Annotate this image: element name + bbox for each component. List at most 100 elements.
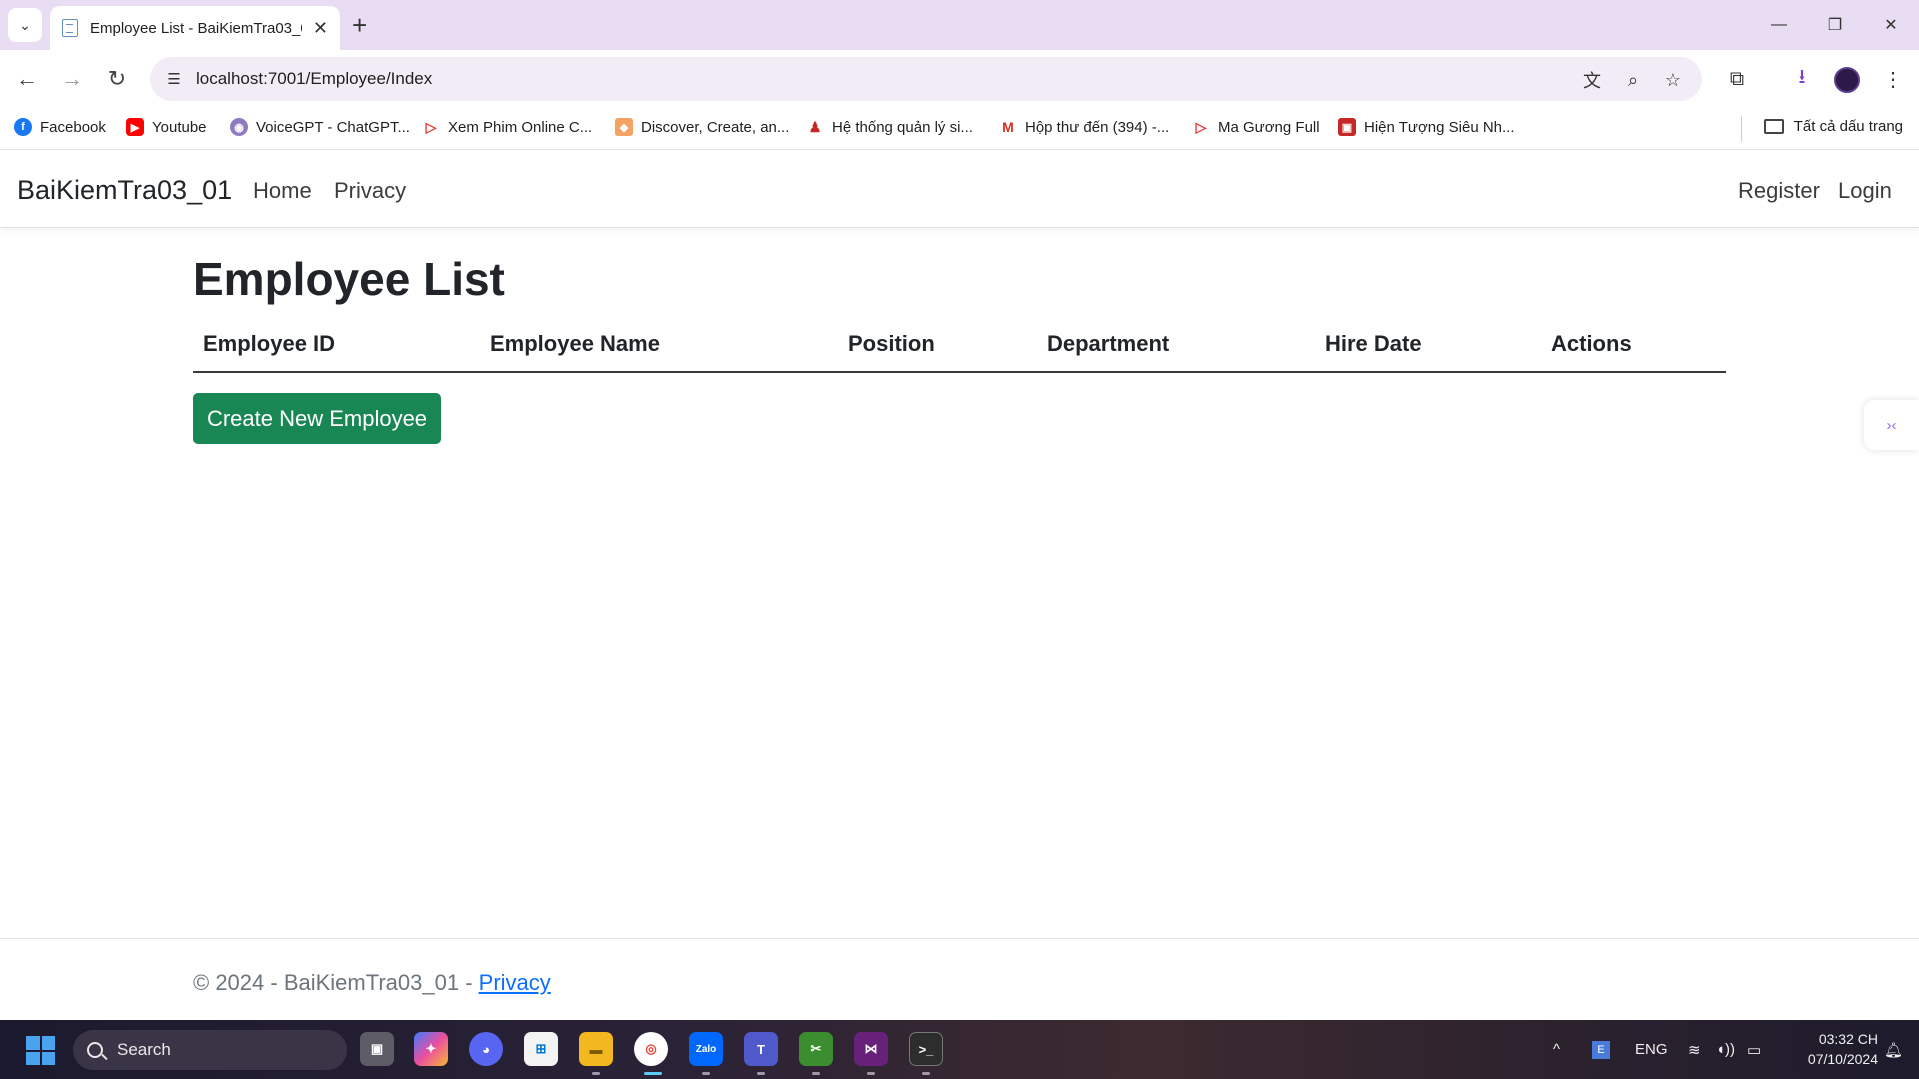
visual-studio-icon[interactable]: ⋈ [854, 1032, 888, 1066]
profile-avatar[interactable] [1834, 67, 1860, 93]
page-title: Employee List [193, 253, 505, 305]
clock-time: 03:32 CH [1818, 1031, 1878, 1047]
column-header-employee-id: Employee ID [193, 325, 480, 373]
bookmarks-separator [1741, 116, 1742, 142]
footer-privacy-link[interactable]: Privacy [479, 970, 551, 995]
task-view-icon[interactable]: ▣ [360, 1032, 394, 1066]
page-favicon-icon [62, 19, 78, 37]
terminal-icon[interactable]: >_ [909, 1032, 943, 1066]
nav-register-link[interactable]: Register [1738, 178, 1820, 204]
volume-icon[interactable]: ◖)) [1716, 1020, 1735, 1079]
bookmark-label: Hệ thống quản lý si... [832, 118, 973, 136]
zoom-icon[interactable]: ⌕ [1620, 67, 1646, 93]
site-info-icon[interactable]: ☰ [162, 67, 186, 91]
bookmark-item[interactable]: ▶ Youtube [126, 118, 207, 136]
bookmark-item[interactable]: ▷ Xem Phim Online C... [422, 118, 593, 136]
browser-toolbar: ← → ↻ ☰ localhost:7001/Employee/Index 文 … [0, 50, 1919, 108]
bookmark-label: Hộp thư đến (394) -... [1025, 118, 1170, 136]
show-hidden-icons-button[interactable]: ^ [1553, 1020, 1560, 1079]
battery-icon[interactable]: ▭ [1747, 1020, 1761, 1079]
minimize-button[interactable]: — [1751, 0, 1807, 50]
bookmark-item[interactable]: ◉ VoiceGPT - ChatGPT... [230, 118, 410, 136]
student-icon: ♟ [808, 118, 822, 135]
address-bar[interactable]: ☰ localhost:7001/Employee/Index 文 ⌕ ☆ [150, 57, 1702, 101]
forward-button[interactable]: → [55, 62, 89, 96]
nav-home-link[interactable]: Home [253, 178, 312, 204]
language-indicator[interactable]: ENG [1635, 1020, 1668, 1079]
teams-icon[interactable]: T [744, 1032, 778, 1066]
column-header-position: Position [838, 325, 1037, 373]
footer-text: © 2024 - BaiKiemTra03_01 - Privacy [193, 970, 551, 996]
file-explorer-icon[interactable]: ▬ [579, 1032, 613, 1066]
back-button[interactable]: ← [10, 62, 44, 96]
play-icon: ▷ [425, 118, 437, 135]
employee-table: Employee ID Employee Name Position Depar… [193, 325, 1726, 373]
bookmark-item[interactable]: ◆ Discover, Create, an... [615, 118, 789, 136]
browser-tab[interactable]: Employee List - BaiKiemTra03_0 ✕ [50, 6, 340, 50]
tab-title: Employee List - BaiKiemTra03_0 [90, 19, 302, 37]
site-navbar: BaiKiemTra03_01 Home Privacy Register Lo… [0, 151, 1919, 228]
microsoft-store-icon[interactable]: ⊞ [524, 1032, 558, 1066]
facebook-icon: f [14, 118, 32, 136]
column-header-department: Department [1037, 325, 1315, 373]
bookmark-item[interactable]: f Facebook [14, 118, 106, 136]
bookmark-label: Facebook [40, 118, 106, 136]
discover-icon: ◆ [615, 118, 633, 136]
site-footer: © 2024 - BaiKiemTra03_01 - Privacy [0, 938, 1919, 1020]
folder-icon [1763, 119, 1784, 134]
create-new-employee-button[interactable]: Create New Employee [193, 393, 441, 444]
taskbar-clock[interactable]: 03:32 CH 07/10/2024 [1788, 1029, 1878, 1069]
nav-privacy-link[interactable]: Privacy [334, 178, 406, 204]
tab-close-icon[interactable]: ✕ [313, 18, 328, 39]
column-header-actions: Actions [1541, 325, 1726, 373]
footer-copyright: © 2024 - BaiKiemTra03_01 - [193, 970, 479, 995]
all-bookmarks-button[interactable]: Tất cả dấu trang [1763, 118, 1903, 135]
search-icon [87, 1042, 103, 1058]
bookmark-item[interactable]: ▷ Ma Gương Full [1192, 118, 1320, 136]
all-bookmarks-label: Tất cả dấu trang [1793, 118, 1903, 135]
side-panel-toggle[interactable]: ›‹ [1864, 400, 1919, 450]
input-method-icon[interactable]: E [1592, 1020, 1610, 1079]
play-icon: ▷ [1195, 118, 1207, 135]
video-icon: ▣ [1338, 118, 1356, 136]
chrome-icon[interactable]: ◎ [634, 1032, 668, 1066]
windows-start-button[interactable] [26, 1036, 55, 1065]
download-icon[interactable]: ⭳ [1785, 62, 1819, 96]
zalo-icon[interactable]: Zalo [689, 1032, 723, 1066]
close-window-button[interactable]: ✕ [1863, 0, 1919, 50]
new-tab-button[interactable]: + [352, 10, 367, 40]
bookmark-item[interactable]: ♟ Hệ thống quản lý si... [806, 118, 973, 136]
reload-button[interactable]: ↻ [100, 62, 134, 96]
translate-icon[interactable]: 文 [1579, 67, 1605, 93]
nav-login-link[interactable]: Login [1838, 178, 1892, 204]
bookmark-item[interactable]: ▣ Hiện Tượng Siêu Nh... [1338, 118, 1515, 136]
copilot-icon[interactable]: ✦ [414, 1032, 448, 1066]
bookmarks-bar: f Facebook ▶ Youtube ◉ VoiceGPT - ChatGP… [0, 108, 1919, 150]
snipping-tool-icon[interactable]: ✂ [799, 1032, 833, 1066]
wifi-icon[interactable]: ≋ [1688, 1020, 1701, 1079]
column-header-hire-date: Hire Date [1315, 325, 1541, 373]
tab-search-button[interactable]: ⌄ [8, 8, 42, 42]
window-controls: — ❐ ✕ [1751, 0, 1919, 50]
collapse-arrows-icon: ›‹ [1886, 416, 1897, 434]
url-text[interactable]: localhost:7001/Employee/Index [196, 69, 432, 89]
bookmark-label: Youtube [152, 118, 207, 136]
bookmark-label: VoiceGPT - ChatGPT... [256, 118, 410, 136]
extensions-icon[interactable]: ⧉ [1720, 62, 1754, 96]
bookmark-label: Hiện Tượng Siêu Nh... [1364, 118, 1515, 136]
taskbar-search-label: Search [117, 1040, 171, 1059]
notifications-icon[interactable]: 🔔︎ [1884, 1020, 1903, 1079]
clock-date: 07/10/2024 [1807, 1051, 1878, 1067]
windows-taskbar: Search ▣ ✦ ◕ ⊞ ▬ ◎ Zalo T ✂ ⋈ >_ ^ E ENG… [0, 1020, 1919, 1079]
browser-menu-icon[interactable]: ⋮ [1876, 62, 1910, 96]
taskbar-search[interactable]: Search [73, 1030, 347, 1070]
discord-icon[interactable]: ◕ [469, 1032, 503, 1066]
bookmark-label: Ma Gương Full [1218, 118, 1320, 136]
site-brand[interactable]: BaiKiemTra03_01 [17, 175, 232, 206]
table-header-row: Employee ID Employee Name Position Depar… [193, 325, 1726, 373]
restore-button[interactable]: ❐ [1807, 0, 1863, 50]
bookmark-star-icon[interactable]: ☆ [1660, 67, 1686, 93]
bookmark-item[interactable]: M Hộp thư đến (394) -... [999, 118, 1169, 136]
browser-tab-bar: ⌄ Employee List - BaiKiemTra03_0 ✕ + — ❐… [0, 0, 1919, 50]
voicegpt-icon: ◉ [230, 118, 248, 136]
